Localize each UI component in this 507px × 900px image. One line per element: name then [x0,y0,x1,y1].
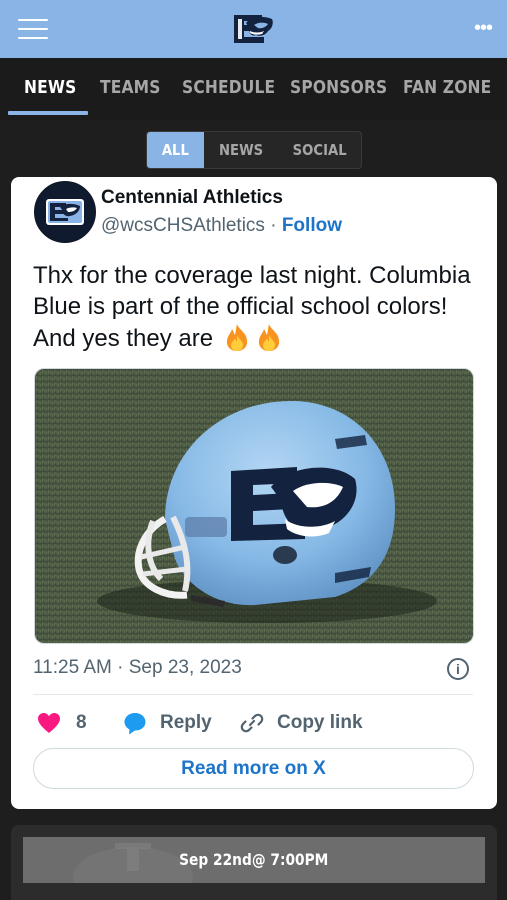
heart-icon [38,713,60,733]
tab-teams[interactable]: TEAMS [100,77,161,98]
reply-button[interactable]: Reply [122,710,222,736]
link-icon [240,713,264,733]
tab-news[interactable]: NEWS [24,77,76,98]
copy-link-button[interactable]: Copy link [239,710,374,736]
author-handle-line: @wcsCHSAthletics · Follow [101,215,342,237]
author-handle[interactable]: @wcsCHSAthletics [101,215,265,236]
game-date: Sep 22nd@ 7:00PM [179,850,329,869]
app-header: ••• [0,0,507,58]
copy-link-label: Copy link [277,712,363,733]
tab-schedule[interactable]: SCHEDULE [182,77,275,98]
tweet-text: Thx for the coverage last night. Columbi… [33,260,483,354]
like-count: 8 [76,712,87,733]
info-icon[interactable]: i [447,658,469,680]
game-banner: Sep 22nd@ 7:00PM [23,837,485,883]
filter-all[interactable]: ALL [147,132,204,168]
tweet-timestamp[interactable]: 11:25 AM · Sep 23, 2023 [33,657,242,679]
game-card[interactable]: Sep 22nd@ 7:00PM [11,825,497,900]
fire-emoji-icon [226,324,247,351]
follow-button[interactable]: Follow [282,215,342,236]
team-logo[interactable] [232,11,276,47]
content-filter: ALL NEWS SOCIAL [146,131,362,169]
tweet-photo[interactable] [34,368,474,644]
author-name[interactable]: Centennial Athletics [101,187,283,209]
more-options-icon[interactable]: ••• [471,18,495,38]
filter-social[interactable]: SOCIAL [279,132,361,168]
filter-news[interactable]: NEWS [204,132,279,168]
reply-label: Reply [160,712,212,733]
tweet-body: Thx for the coverage last night. Columbi… [33,262,471,352]
divider [33,694,473,695]
reply-icon [124,713,146,735]
menu-icon[interactable] [18,19,48,41]
fire-emoji-icon [258,324,279,351]
tab-fan-zone[interactable]: FAN ZONE [403,77,491,98]
read-more-on-x-button[interactable]: Read more on X [33,748,474,789]
author-avatar[interactable] [34,181,96,243]
tweet-card: Centennial Athletics @wcsCHSAthletics · … [11,177,497,809]
like-button[interactable]: 8 [37,710,97,736]
tab-sponsors[interactable]: SPONSORS [290,77,387,98]
handle-separator: · [270,215,277,236]
active-tab-indicator [8,111,88,115]
